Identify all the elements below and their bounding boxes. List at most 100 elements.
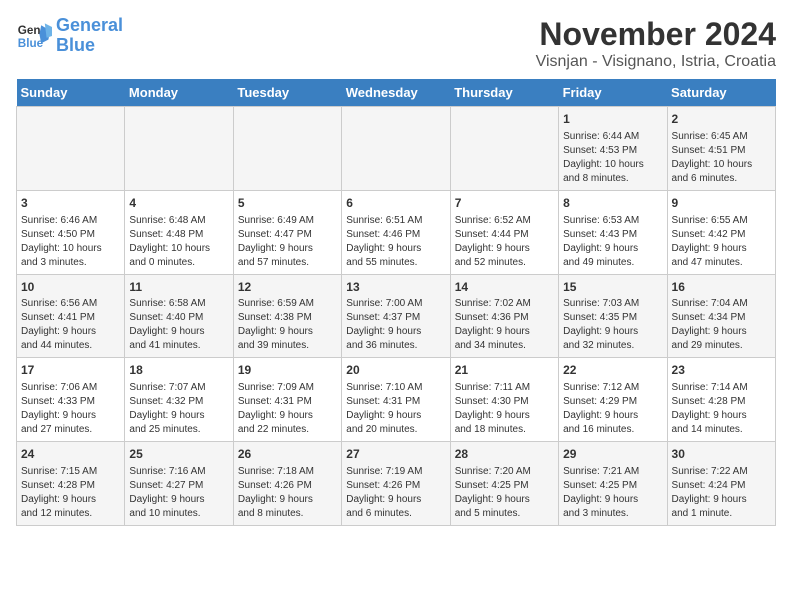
calendar-cell: 26 Sunrise: 7:18 AM Sunset: 4:26 PM Dayli… <box>233 442 341 526</box>
calendar-cell: 14Sunrise: 7:02 AM Sunset: 4:36 PM Dayli… <box>450 274 558 358</box>
day-info: Sunrise: 6:52 AM Sunset: 4:44 PM Dayligh… <box>455 214 554 270</box>
day-info: Sunrise: 7:22 AM Sunset: 4:24 PM Dayligh… <box>672 465 771 521</box>
day-number: 16 <box>672 279 771 296</box>
day-info: Sunrise: 6:51 AM Sunset: 4:46 PM Dayligh… <box>346 214 445 270</box>
day-number: 10 <box>21 279 120 296</box>
calendar-cell: 5Sunrise: 6:49 AM Sunset: 4:47 PM Daylig… <box>233 190 341 274</box>
day-number: 26 <box>238 446 337 463</box>
logo: General Blue General Blue <box>16 16 123 56</box>
day-number: 2 <box>672 111 771 128</box>
calendar-cell: 3Sunrise: 6:46 AM Sunset: 4:50 PM Daylig… <box>17 190 125 274</box>
calendar-cell <box>125 107 233 191</box>
calendar-cell: 23Sunrise: 7:14 AM Sunset: 4:28 PM Dayli… <box>667 358 775 442</box>
logo-icon: General Blue <box>16 18 52 54</box>
day-info: Sunrise: 7:10 AM Sunset: 4:31 PM Dayligh… <box>346 381 445 437</box>
page-title: November 2024 <box>536 16 776 53</box>
logo-line2: Blue <box>56 35 95 55</box>
calendar-cell <box>17 107 125 191</box>
weekday-header-wednesday: Wednesday <box>342 79 450 107</box>
day-info: Sunrise: 7:21 AM Sunset: 4:25 PM Dayligh… <box>563 465 662 521</box>
weekday-header-monday: Monday <box>125 79 233 107</box>
day-info: Sunrise: 7:12 AM Sunset: 4:29 PM Dayligh… <box>563 381 662 437</box>
day-number: 21 <box>455 362 554 379</box>
calendar-cell: 9 Sunrise: 6:55 AM Sunset: 4:42 PM Daylig… <box>667 190 775 274</box>
calendar-cell: 4Sunrise: 6:48 AM Sunset: 4:48 PM Daylig… <box>125 190 233 274</box>
day-number: 9 <box>672 195 771 212</box>
day-number: 7 <box>455 195 554 212</box>
day-info: Sunrise: 6:59 AM Sunset: 4:38 PM Dayligh… <box>238 297 337 353</box>
calendar-cell: 28 Sunrise: 7:20 AM Sunset: 4:25 PM Dayli… <box>450 442 558 526</box>
calendar-cell: 12Sunrise: 6:59 AM Sunset: 4:38 PM Dayli… <box>233 274 341 358</box>
calendar-cell: 20 Sunrise: 7:10 AM Sunset: 4:31 PM Dayli… <box>342 358 450 442</box>
logo-line1: General <box>56 15 123 35</box>
day-number: 29 <box>563 446 662 463</box>
weekday-header-sunday: Sunday <box>17 79 125 107</box>
calendar-cell: 15Sunrise: 7:03 AM Sunset: 4:35 PM Dayli… <box>559 274 667 358</box>
calendar-cell: 29 Sunrise: 7:21 AM Sunset: 4:25 PM Dayli… <box>559 442 667 526</box>
day-number: 15 <box>563 279 662 296</box>
day-info: Sunrise: 6:55 AM Sunset: 4:42 PM Dayligh… <box>672 214 771 270</box>
page-header: General Blue General Blue November 2024 … <box>16 16 776 71</box>
calendar-cell: 30 Sunrise: 7:22 AM Sunset: 4:24 PM Dayli… <box>667 442 775 526</box>
day-number: 1 <box>563 111 662 128</box>
svg-text:Blue: Blue <box>18 37 44 50</box>
day-info: Sunrise: 6:45 AM Sunset: 4:51 PM Dayligh… <box>672 130 771 186</box>
day-info: Sunrise: 7:09 AM Sunset: 4:31 PM Dayligh… <box>238 381 337 437</box>
day-number: 18 <box>129 362 228 379</box>
logo-text: General Blue <box>56 16 123 56</box>
day-info: Sunrise: 7:20 AM Sunset: 4:25 PM Dayligh… <box>455 465 554 521</box>
day-number: 24 <box>21 446 120 463</box>
day-number: 27 <box>346 446 445 463</box>
day-number: 19 <box>238 362 337 379</box>
day-number: 22 <box>563 362 662 379</box>
day-number: 4 <box>129 195 228 212</box>
day-info: Sunrise: 7:11 AM Sunset: 4:30 PM Dayligh… <box>455 381 554 437</box>
day-info: Sunrise: 7:06 AM Sunset: 4:33 PM Dayligh… <box>21 381 120 437</box>
day-info: Sunrise: 7:02 AM Sunset: 4:36 PM Dayligh… <box>455 297 554 353</box>
calendar-week-row: 3Sunrise: 6:46 AM Sunset: 4:50 PM Daylig… <box>17 190 776 274</box>
calendar-cell: 6Sunrise: 6:51 AM Sunset: 4:46 PM Daylig… <box>342 190 450 274</box>
calendar-week-row: 24 Sunrise: 7:15 AM Sunset: 4:28 PM Dayli… <box>17 442 776 526</box>
weekday-header-row: SundayMondayTuesdayWednesdayThursdayFrid… <box>17 79 776 107</box>
calendar-cell <box>342 107 450 191</box>
day-info: Sunrise: 7:16 AM Sunset: 4:27 PM Dayligh… <box>129 465 228 521</box>
day-info: Sunrise: 7:04 AM Sunset: 4:34 PM Dayligh… <box>672 297 771 353</box>
weekday-header-friday: Friday <box>559 79 667 107</box>
calendar-cell: 22 Sunrise: 7:12 AM Sunset: 4:29 PM Dayli… <box>559 358 667 442</box>
calendar-cell: 2 Sunrise: 6:45 AM Sunset: 4:51 PM Daylig… <box>667 107 775 191</box>
calendar-cell: 18 Sunrise: 7:07 AM Sunset: 4:32 PM Dayli… <box>125 358 233 442</box>
day-number: 30 <box>672 446 771 463</box>
calendar-cell: 17 Sunrise: 7:06 AM Sunset: 4:33 PM Dayli… <box>17 358 125 442</box>
page-subtitle: Visnjan - Visignano, Istria, Croatia <box>536 53 776 71</box>
day-number: 23 <box>672 362 771 379</box>
day-number: 17 <box>21 362 120 379</box>
calendar-cell: 21 Sunrise: 7:11 AM Sunset: 4:30 PM Dayli… <box>450 358 558 442</box>
calendar-week-row: 10Sunrise: 6:56 AM Sunset: 4:41 PM Dayli… <box>17 274 776 358</box>
calendar-body: 1 Sunrise: 6:44 AM Sunset: 4:53 PM Daylig… <box>17 107 776 526</box>
calendar-cell: 1 Sunrise: 6:44 AM Sunset: 4:53 PM Daylig… <box>559 107 667 191</box>
day-number: 11 <box>129 279 228 296</box>
day-info: Sunrise: 6:49 AM Sunset: 4:47 PM Dayligh… <box>238 214 337 270</box>
day-info: Sunrise: 7:07 AM Sunset: 4:32 PM Dayligh… <box>129 381 228 437</box>
calendar-cell <box>450 107 558 191</box>
day-number: 28 <box>455 446 554 463</box>
day-number: 25 <box>129 446 228 463</box>
day-number: 14 <box>455 279 554 296</box>
calendar-cell: 10Sunrise: 6:56 AM Sunset: 4:41 PM Dayli… <box>17 274 125 358</box>
day-info: Sunrise: 7:03 AM Sunset: 4:35 PM Dayligh… <box>563 297 662 353</box>
day-info: Sunrise: 7:00 AM Sunset: 4:37 PM Dayligh… <box>346 297 445 353</box>
calendar-cell: 8Sunrise: 6:53 AM Sunset: 4:43 PM Daylig… <box>559 190 667 274</box>
calendar-cell <box>233 107 341 191</box>
calendar-cell: 24 Sunrise: 7:15 AM Sunset: 4:28 PM Dayli… <box>17 442 125 526</box>
calendar-week-row: 1 Sunrise: 6:44 AM Sunset: 4:53 PM Daylig… <box>17 107 776 191</box>
day-info: Sunrise: 7:19 AM Sunset: 4:26 PM Dayligh… <box>346 465 445 521</box>
calendar-cell: 19 Sunrise: 7:09 AM Sunset: 4:31 PM Dayli… <box>233 358 341 442</box>
day-number: 3 <box>21 195 120 212</box>
day-info: Sunrise: 6:44 AM Sunset: 4:53 PM Dayligh… <box>563 130 662 186</box>
day-info: Sunrise: 6:56 AM Sunset: 4:41 PM Dayligh… <box>21 297 120 353</box>
day-info: Sunrise: 7:18 AM Sunset: 4:26 PM Dayligh… <box>238 465 337 521</box>
weekday-header-thursday: Thursday <box>450 79 558 107</box>
day-number: 20 <box>346 362 445 379</box>
day-info: Sunrise: 7:15 AM Sunset: 4:28 PM Dayligh… <box>21 465 120 521</box>
calendar-cell: 16Sunrise: 7:04 AM Sunset: 4:34 PM Dayli… <box>667 274 775 358</box>
